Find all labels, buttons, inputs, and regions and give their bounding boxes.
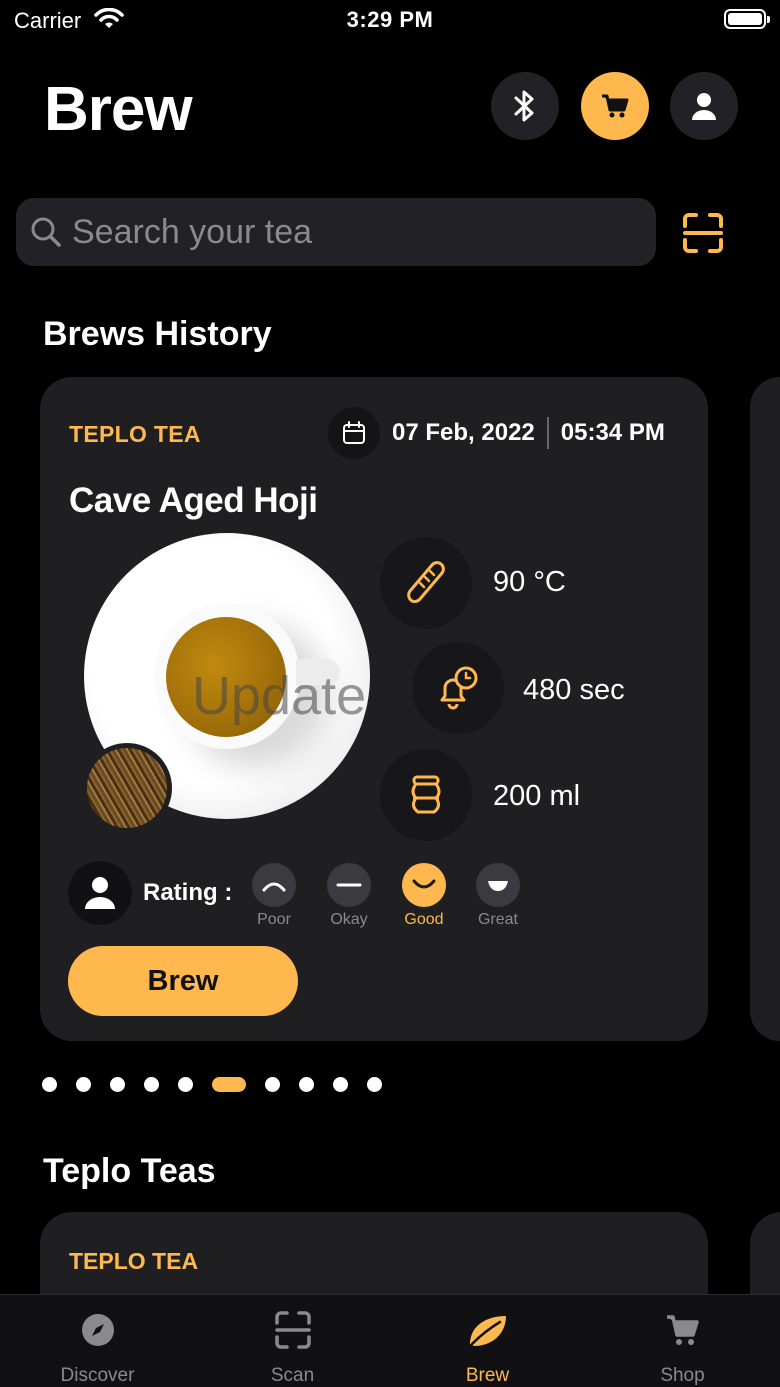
scan-qr-icon[interactable] [682,212,724,254]
page-dot[interactable] [42,1077,57,1092]
scan-icon [274,1311,311,1349]
next-card-peek[interactable] [750,377,780,1041]
tab-scan[interactable]: Scan [195,1295,390,1387]
cart-icon [602,94,629,118]
brew-time: 05:34 PM [560,419,665,446]
brew-date: 07 Feb, 2022 [392,419,535,446]
rating-okay[interactable]: Okay [313,863,385,929]
grin-icon [476,863,520,907]
tab-shop[interactable]: Shop [585,1295,780,1387]
page-dot[interactable] [144,1077,159,1092]
rating-great[interactable]: Great [462,863,534,929]
brew-datetime: 07 Feb, 2022 05:34 PM [328,407,665,459]
update-overlay-text[interactable]: Update [192,665,366,727]
rating-good[interactable]: Good [388,863,460,929]
compass-icon [81,1314,114,1346]
rating-poor[interactable]: Poor [238,863,310,929]
tea-cup-image: Update [82,533,370,833]
profile-button[interactable] [670,72,738,140]
page-dot[interactable] [299,1077,314,1092]
temperature-value: 90 °C [493,566,566,598]
page-dot[interactable] [265,1077,280,1092]
rating-good-label: Good [404,911,444,928]
tea-leaves-thumbnail [82,743,172,833]
kettle-icon [380,749,472,841]
user-icon [85,877,115,909]
card-brand: TEPLO TEA [69,421,201,447]
thermometer-icon [380,537,472,629]
search-bar[interactable] [16,198,656,266]
tab-discover-label: Discover [60,1365,135,1386]
steep-time-value: 480 sec [523,674,625,706]
frown-icon [252,863,296,907]
tab-discover[interactable]: Discover [0,1295,195,1387]
brew-history-card[interactable]: TEPLO TEA 07 Feb, 2022 05:34 PM Cave Age… [40,377,708,1041]
brew-button[interactable]: Brew [68,946,298,1016]
bluetooth-icon [514,90,534,122]
tab-scan-label: Scan [270,1365,315,1386]
tea-name: Cave Aged Hoji [69,481,318,520]
rating-great-label: Great [477,911,518,928]
bluetooth-button[interactable] [491,72,559,140]
calendar-icon [328,407,380,459]
section-title-brews-history: Brews History [43,315,272,353]
page-dot[interactable] [110,1077,125,1092]
page-dot-active[interactable] [212,1077,246,1092]
tab-brew-label: Brew [465,1365,510,1386]
status-bar: Carrier 3:29 PM [0,0,780,40]
volume-value: 200 ml [493,780,581,812]
tab-shop-label: Shop [660,1365,705,1386]
pagination-dots [42,1077,401,1092]
rating-label: Rating : [143,879,233,906]
page-title: Brew [44,75,193,144]
page-dot[interactable] [178,1077,193,1092]
tab-brew[interactable]: Brew [390,1295,585,1387]
user-icon [692,93,716,120]
rater-avatar [68,861,132,925]
rating-poor-label: Poor [257,911,291,928]
divider [546,417,549,449]
search-icon [31,217,61,247]
tab-bar: Discover Scan Brew Shop [0,1294,780,1387]
page-dot[interactable] [333,1077,348,1092]
section-title-teplo-teas: Teplo Teas [43,1152,216,1190]
cart-icon [666,1315,699,1345]
leaf-icon [469,1316,506,1346]
cart-button[interactable] [581,72,649,140]
rating-okay-label: Okay [330,911,368,928]
status-time: 3:29 PM [346,7,434,32]
neutral-icon [327,863,371,907]
smile-icon [402,863,446,907]
page-dot[interactable] [367,1077,382,1092]
search-input[interactable] [72,212,632,252]
battery-icon [724,9,770,29]
tea-card-brand: TEPLO TEA [69,1248,199,1274]
page-dot[interactable] [76,1077,91,1092]
timer-bell-icon [412,642,504,734]
